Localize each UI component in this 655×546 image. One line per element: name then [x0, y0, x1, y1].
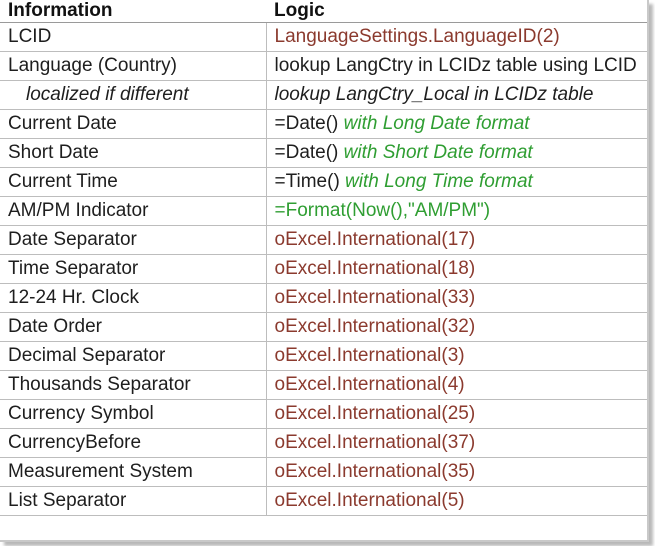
logic-text: oExcel.International(25) — [274, 403, 476, 424]
logic-text: oExcel.International(32) — [274, 316, 476, 337]
information-cell: Measurement System — [0, 457, 267, 487]
logic-cell: =Date() with Short Date format — [266, 138, 647, 168]
logic-text: oExcel.International(33) — [274, 287, 476, 308]
logic-cell: =Format(Now(),"AM/PM") — [266, 196, 647, 226]
information-cell: localized if different — [0, 80, 267, 110]
information-cell: CurrencyBefore — [0, 428, 267, 458]
logic-cell: oExcel.International(25) — [266, 399, 647, 429]
table-row: Short Date =Date() with Short Date format — [0, 138, 647, 168]
table-row: LCID LanguageSettings.LanguageID(2) — [0, 22, 647, 52]
logic-cell: =Time() with Long Time format — [266, 167, 647, 197]
logic-cell: =Date() with Long Date format — [266, 109, 647, 139]
information-cell: Currency Symbol — [0, 399, 267, 429]
header-information: Information — [0, 0, 266, 23]
information-cell: Date Separator — [0, 225, 267, 255]
information-cell: Time Separator — [0, 254, 267, 284]
table-body: LCID LanguageSettings.LanguageID(2) Langua… — [0, 22, 647, 516]
table-row: localized if different lookup LangCtry_Lo… — [0, 80, 647, 110]
logic-cell: lookup LangCtry in LCIDz table using LCI… — [266, 51, 647, 81]
logic-text: oExcel.International(35) — [274, 461, 476, 482]
logic-text: =Date() — [274, 113, 344, 134]
table-row: Current Date =Date() with Long Date forma… — [0, 109, 647, 139]
info-logic-table: Information Logic LCID LanguageSettings.L… — [0, 0, 647, 516]
info-logic-table-panel: Information Logic LCID LanguageSettings.L… — [0, 0, 649, 542]
logic-text: lookup LangCtry in LCIDz table using LCI… — [274, 55, 637, 76]
logic-text: =Format(Now(),"AM/PM") — [274, 200, 491, 221]
logic-cell: oExcel.International(37) — [266, 428, 647, 458]
logic-cell: oExcel.International(35) — [266, 457, 647, 487]
logic-text: oExcel.International(3) — [274, 345, 465, 366]
logic-cell: oExcel.International(17) — [266, 225, 647, 255]
logic-text: =Date() — [274, 142, 344, 163]
logic-text: oExcel.International(4) — [274, 374, 465, 395]
logic-text: oExcel.International(17) — [274, 229, 476, 250]
logic-cell: oExcel.International(33) — [266, 283, 647, 313]
logic-text: with Short Date format — [343, 142, 533, 163]
logic-cell: oExcel.International(5) — [266, 486, 647, 516]
table-row: Current Time =Time() with Long Time forma… — [0, 167, 647, 197]
table-row: Date Separator oExcel.International(17) — [0, 225, 647, 255]
table-row: Measurement System oExcel.International(3… — [0, 457, 647, 487]
information-cell: Decimal Separator — [0, 341, 267, 371]
logic-text: =Time() — [274, 171, 346, 192]
information-cell: Current Date — [0, 109, 267, 139]
logic-cell: oExcel.International(3) — [266, 341, 647, 371]
header-logic: Logic — [266, 0, 647, 23]
logic-cell: oExcel.International(32) — [266, 312, 647, 342]
information-cell: Date Order — [0, 312, 267, 342]
information-cell: List Separator — [0, 486, 267, 516]
table-row: Language (Country) lookup LangCtry in LCI… — [0, 51, 647, 81]
logic-text: with Long Date format — [343, 113, 530, 134]
table-row: Date Order oExcel.International(32) — [0, 312, 647, 342]
logic-text: LanguageSettings.LanguageID(2) — [274, 26, 560, 47]
information-cell: LCID — [0, 22, 267, 52]
table-row: Time Separator oExcel.International(18) — [0, 254, 647, 284]
logic-cell: oExcel.International(18) — [266, 254, 647, 284]
table-row: 12-24 Hr. Clock oExcel.International(33) — [0, 283, 647, 313]
information-cell: Thousands Separator — [0, 370, 267, 400]
table-header-row: Information Logic — [0, 0, 647, 23]
logic-cell: LanguageSettings.LanguageID(2) — [266, 22, 647, 52]
logic-text: with Long Time format — [345, 171, 533, 192]
logic-text: lookup LangCtry_Local in LCIDz table — [274, 84, 594, 105]
logic-cell: lookup LangCtry_Local in LCIDz table — [266, 80, 647, 110]
logic-text: oExcel.International(37) — [274, 432, 476, 453]
logic-cell: oExcel.International(4) — [266, 370, 647, 400]
table-row: Currency Symbol oExcel.International(25) — [0, 399, 647, 429]
information-cell: 12-24 Hr. Clock — [0, 283, 267, 313]
logic-text: oExcel.International(5) — [274, 490, 465, 511]
table-row: Thousands Separator oExcel.International(… — [0, 370, 647, 400]
table-row: Decimal Separator oExcel.International(3) — [0, 341, 647, 371]
information-cell: Current Time — [0, 167, 267, 197]
table-row: CurrencyBefore oExcel.International(37) — [0, 428, 647, 458]
information-cell: Short Date — [0, 138, 267, 168]
information-cell: AM/PM Indicator — [0, 196, 267, 226]
information-cell: Language (Country) — [0, 51, 267, 81]
logic-text: oExcel.International(18) — [274, 258, 476, 279]
table-row: List Separator oExcel.International(5) — [0, 486, 647, 516]
table-row: AM/PM Indicator =Format(Now(),"AM/PM") — [0, 196, 647, 226]
